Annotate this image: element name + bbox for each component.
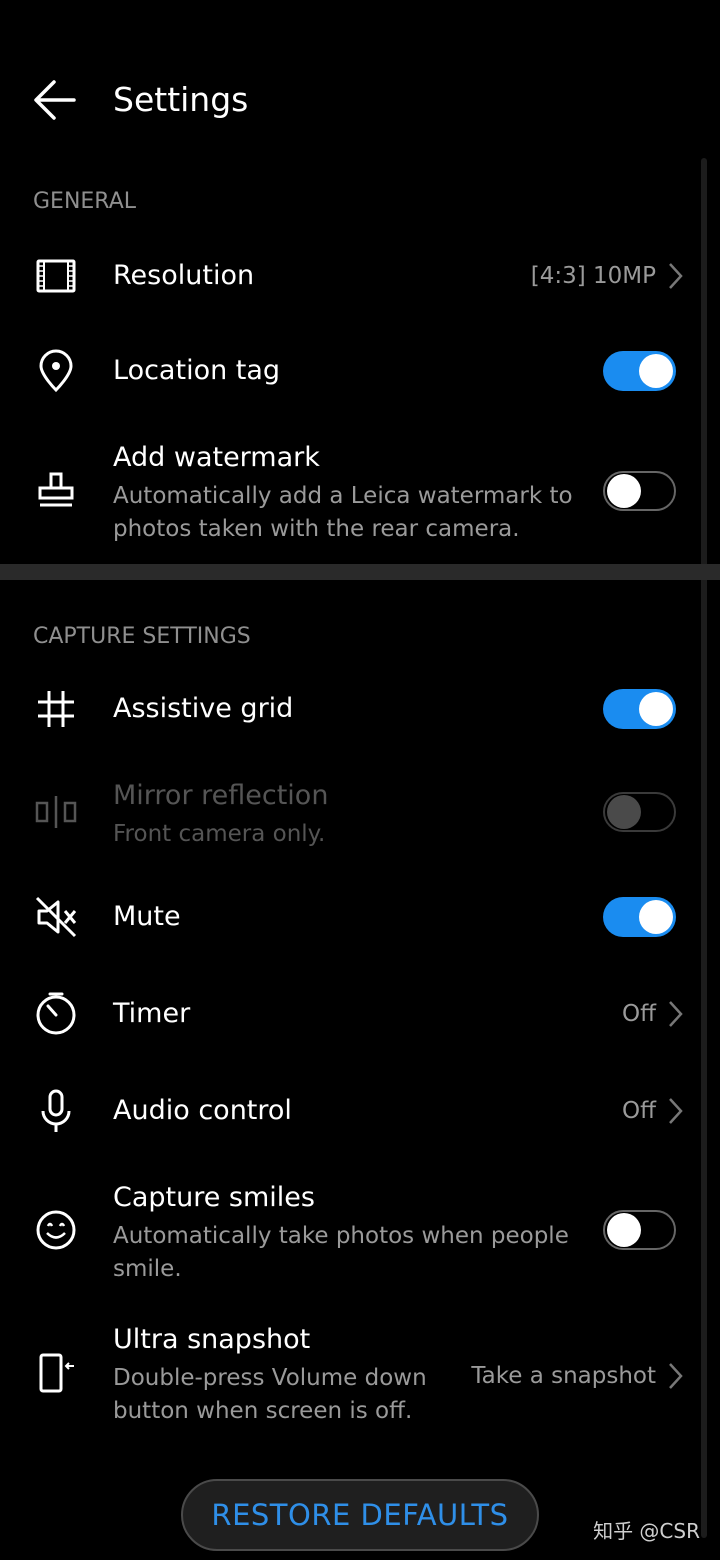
- chevron-right-icon: [669, 263, 683, 289]
- chevron-right-icon: [669, 1098, 683, 1124]
- speaker-mute-icon: [30, 891, 82, 943]
- app-header: Settings: [0, 52, 720, 148]
- arrow-left-icon: [34, 80, 76, 120]
- settings-row-add-watermark[interactable]: Add watermark Automatically add a Leica …: [0, 440, 720, 550]
- toggle-knob: [639, 354, 673, 388]
- timer-label: Timer: [113, 998, 191, 1029]
- mirror-reflection-toggle: [603, 792, 676, 832]
- location-tag-toggle[interactable]: [603, 351, 676, 391]
- back-button[interactable]: [28, 72, 84, 128]
- mute-toggle[interactable]: [603, 897, 676, 937]
- assistive-grid-label: Assistive grid: [113, 693, 294, 724]
- ultra-snapshot-value: Take a snapshot: [471, 1363, 656, 1389]
- add-watermark-description: Automatically add a Leica watermark to p…: [113, 483, 573, 542]
- resolution-frame-icon: [30, 250, 82, 302]
- add-watermark-label: Add watermark: [113, 442, 320, 473]
- section-label-capture-settings: CAPTURE SETTINGS: [33, 624, 251, 649]
- toggle-knob: [607, 474, 641, 508]
- page-title: Settings: [113, 80, 249, 119]
- assistive-grid-toggle[interactable]: [603, 689, 676, 729]
- location-pin-icon: [30, 345, 82, 397]
- add-watermark-toggle[interactable]: [603, 471, 676, 511]
- microphone-icon: [30, 1085, 82, 1137]
- toggle-knob: [607, 1213, 641, 1247]
- resolution-label: Resolution: [113, 260, 255, 291]
- settings-row-audio-control[interactable]: Audio control Off: [0, 1075, 720, 1147]
- mirror-reflection-description: Front camera only.: [113, 821, 326, 847]
- location-tag-label: Location tag: [113, 355, 281, 386]
- section-divider: [0, 564, 720, 580]
- chevron-right-icon: [669, 1363, 683, 1389]
- settings-row-assistive-grid[interactable]: Assistive grid: [0, 673, 720, 745]
- capture-smiles-description: Automatically take photos when people sm…: [113, 1223, 569, 1282]
- settings-row-capture-smiles[interactable]: Capture smiles Automatically take photos…: [0, 1180, 720, 1290]
- timer-icon: [30, 988, 82, 1040]
- restore-defaults-button[interactable]: RESTORE DEFAULTS: [181, 1479, 539, 1551]
- resolution-value: [4:3] 10MP: [530, 263, 656, 289]
- timer-value: Off: [622, 1001, 656, 1027]
- toggle-knob: [639, 900, 673, 934]
- settings-row-ultra-snapshot[interactable]: Ultra snapshot Double-press Volume down …: [0, 1322, 720, 1432]
- phone-snapshot-icon: [30, 1347, 82, 1399]
- mirror-icon: [30, 786, 82, 838]
- toggle-knob: [639, 692, 673, 726]
- capture-smiles-toggle[interactable]: [603, 1210, 676, 1250]
- settings-row-location-tag[interactable]: Location tag: [0, 335, 720, 407]
- ultra-snapshot-description: Double-press Volume down button when scr…: [113, 1365, 427, 1424]
- settings-row-timer[interactable]: Timer Off: [0, 978, 720, 1050]
- toggle-knob: [607, 795, 641, 829]
- smile-icon: [30, 1204, 82, 1256]
- audio-control-value: Off: [622, 1098, 656, 1124]
- chevron-right-icon: [669, 1001, 683, 1027]
- settings-row-resolution[interactable]: Resolution [4:3] 10MP: [0, 240, 720, 312]
- source-watermark: 知乎 @CSR: [593, 1519, 700, 1543]
- section-label-general: GENERAL: [33, 189, 137, 214]
- ultra-snapshot-label: Ultra snapshot: [113, 1324, 311, 1355]
- mirror-reflection-label: Mirror reflection: [113, 780, 329, 811]
- mute-label: Mute: [113, 901, 181, 932]
- audio-control-label: Audio control: [113, 1095, 292, 1126]
- settings-row-mirror-reflection: Mirror reflection Front camera only.: [0, 778, 720, 858]
- settings-row-mute[interactable]: Mute: [0, 881, 720, 953]
- stamp-icon: [30, 465, 82, 517]
- grid-icon: [30, 683, 82, 735]
- capture-smiles-label: Capture smiles: [113, 1182, 315, 1213]
